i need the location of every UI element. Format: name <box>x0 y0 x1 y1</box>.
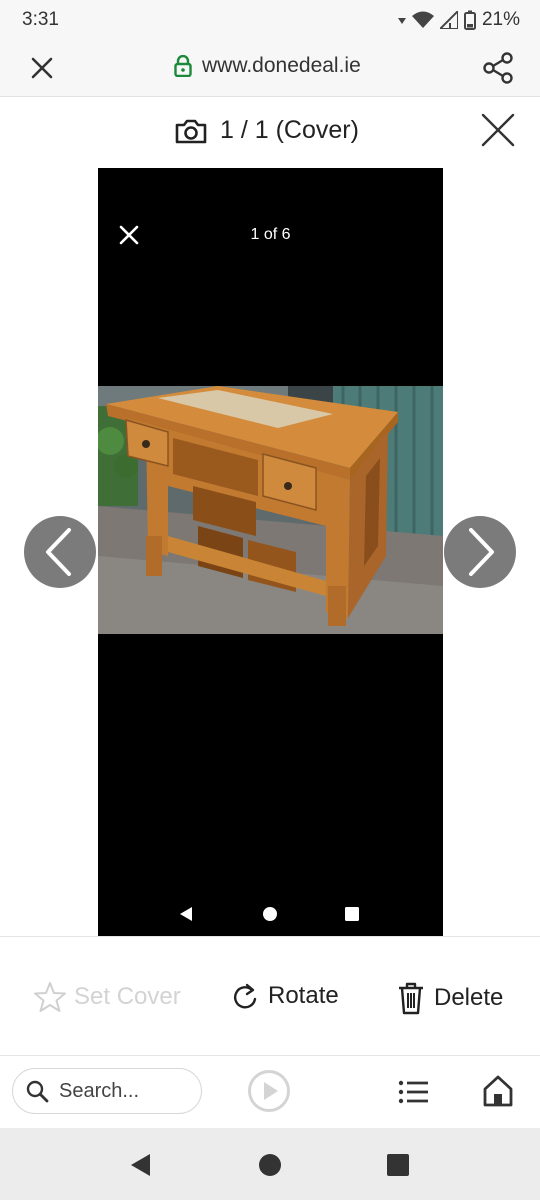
search-icon <box>26 1080 49 1103</box>
viewer-system-nav <box>98 898 443 928</box>
trash-icon <box>399 982 423 1015</box>
play-icon[interactable] <box>247 1069 291 1113</box>
chevron-left-icon <box>46 528 71 576</box>
status-bar: 3:31 21% <box>0 0 540 40</box>
gallery-header: 1 / 1 (Cover) <box>0 98 540 168</box>
photo-action-bar: Set Cover Rotate Delete <box>0 936 540 1055</box>
next-image-button[interactable] <box>444 516 516 588</box>
image-counter: 1 of 6 <box>250 226 291 243</box>
gallery-title: 1 / 1 (Cover) <box>174 116 359 145</box>
console-table-image <box>98 386 443 634</box>
recents-icon[interactable] <box>386 1153 410 1177</box>
search-input[interactable]: Search... <box>12 1068 202 1114</box>
rotate-button[interactable]: Rotate <box>230 981 339 1011</box>
browser-toolbar: Search... <box>0 1055 540 1129</box>
share-icon[interactable] <box>480 50 516 86</box>
camera-icon <box>175 119 207 143</box>
close-gallery-icon[interactable] <box>478 110 518 150</box>
back-triangle-icon <box>180 907 192 921</box>
delete-label: Delete <box>434 984 504 1011</box>
android-nav-bar <box>0 1128 540 1200</box>
battery-percent: 21% <box>481 9 520 30</box>
home-icon[interactable] <box>482 1074 514 1108</box>
rotate-icon <box>233 983 257 1009</box>
menu-icon[interactable] <box>398 1078 430 1106</box>
close-tab-icon[interactable] <box>26 52 58 84</box>
set-cover-button[interactable]: Set Cover <box>34 981 181 1013</box>
rotate-label: Rotate <box>268 982 339 1009</box>
chevron-right-icon <box>469 528 494 576</box>
status-time: 3:31 <box>22 9 59 30</box>
url-bar: www.donedeal.ie <box>0 40 540 97</box>
set-cover-label: Set Cover <box>74 983 181 1010</box>
image-viewer: 1 of 6 <box>98 168 443 936</box>
previous-image-button[interactable] <box>24 516 96 588</box>
gallery-title-text: 1 / 1 (Cover) <box>220 116 359 144</box>
cell-signal-icon <box>439 11 458 29</box>
signal-arrow-icon <box>397 18 406 24</box>
wifi-icon <box>411 11 434 28</box>
home-dot-icon <box>263 907 277 921</box>
back-icon[interactable] <box>128 1152 152 1178</box>
url-text: www.donedeal.ie <box>202 54 361 77</box>
recents-square-icon <box>345 907 359 921</box>
home-circle-icon[interactable] <box>258 1153 282 1177</box>
url-display[interactable]: www.donedeal.ie <box>174 54 361 78</box>
lock-icon <box>174 55 192 77</box>
delete-button[interactable]: Delete <box>396 981 503 1015</box>
search-placeholder: Search... <box>59 1079 140 1102</box>
listing-photo[interactable] <box>98 386 443 634</box>
battery-icon <box>463 10 476 30</box>
status-icons: 21% <box>397 9 520 31</box>
star-icon <box>34 982 66 1012</box>
